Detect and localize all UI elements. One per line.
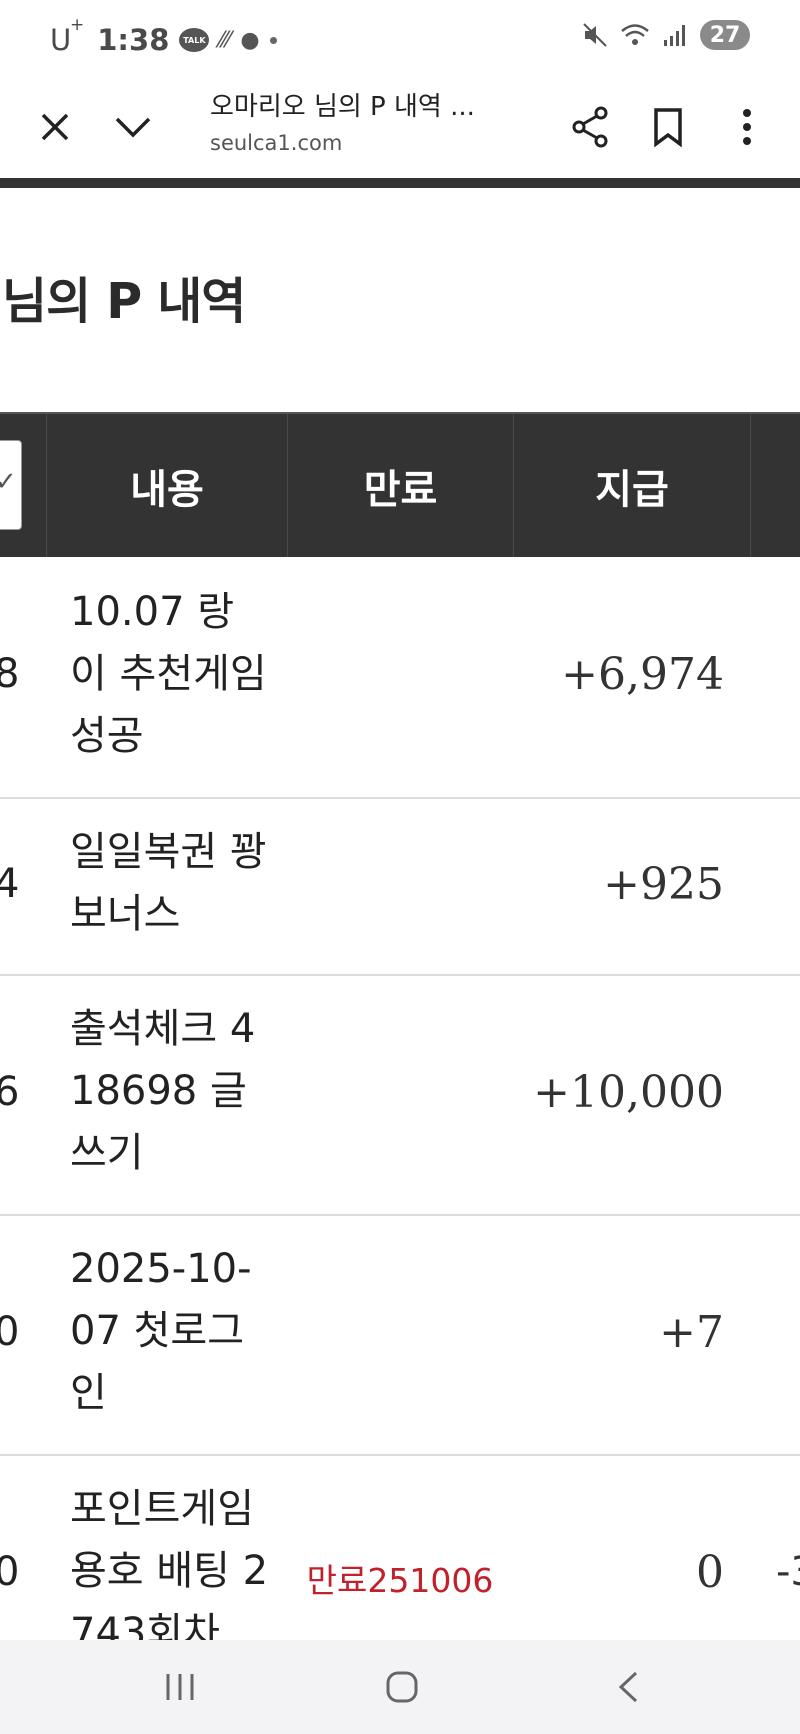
page-heading: 님의 P 내역 xyxy=(2,273,246,330)
carrier-label: U + xyxy=(50,15,84,57)
kakaotalk-icon: TALK xyxy=(179,28,210,52)
home-icon[interactable] xyxy=(372,1662,432,1712)
mute-icon xyxy=(583,23,607,47)
chevron-icon: ✓ xyxy=(0,467,17,497)
row-left-cell: 4 xyxy=(0,861,20,907)
row-amount: +6,974 xyxy=(561,649,724,700)
select-dropdown[interactable]: ✓ xyxy=(0,440,22,530)
row-expire: 만료251006 xyxy=(306,1561,494,1600)
carrier-text: U xyxy=(50,23,72,57)
bookmark-icon[interactable] xyxy=(643,97,693,157)
table-row: 0 2025-10-07 첫로그인 +7 xyxy=(0,1216,800,1456)
status-left: U + 1:38 TALK ⁄⁄⁄ ● xyxy=(50,15,277,62)
row-content: 10.07 랑이 추천게임 성공 xyxy=(70,589,267,759)
row-amount: +925 xyxy=(603,859,724,910)
column-header-content: 내용 xyxy=(46,414,287,557)
column-header-extra xyxy=(750,414,800,557)
table-row: 4 일일복권 꽝 보너스 +925 xyxy=(0,799,800,976)
chevron-down-icon[interactable] xyxy=(108,102,158,152)
share-icon[interactable] xyxy=(565,97,615,157)
status-time: 1:38 xyxy=(97,23,170,57)
table-row: 8 10.07 랑이 추천게임 성공 +6,974 xyxy=(0,557,800,799)
row-left-cell: 6 xyxy=(0,1069,20,1115)
notification-dot-icon xyxy=(269,36,277,44)
table-header: ✓ 내용 만료 지급 xyxy=(0,412,800,557)
row-content: 2025-10-07 첫로그인 xyxy=(70,1246,252,1416)
header-divider xyxy=(0,178,800,188)
recent-apps-icon[interactable] xyxy=(150,1662,210,1712)
row-amount: +7 xyxy=(659,1307,724,1358)
row-extra: -3 xyxy=(776,1549,800,1595)
cell-signal-icon xyxy=(664,25,685,46)
column-header-expire: 만료 xyxy=(287,414,513,557)
row-left-cell: 8 xyxy=(0,651,20,697)
chat-bubble-icon: ● xyxy=(240,27,260,53)
row-left-cell: 0 xyxy=(0,1549,20,1595)
signal-lines-icon: ⁄⁄⁄ xyxy=(219,27,231,53)
carrier-sup: + xyxy=(70,15,85,35)
column-header-amount: 지급 xyxy=(513,414,750,557)
status-bar: U + 1:38 TALK ⁄⁄⁄ ● 27 xyxy=(0,0,800,80)
row-content: 일일복권 꽝 보너스 xyxy=(70,829,267,937)
browser-title-block: 오마리오 님의 P 내역 ... seulca1.com xyxy=(210,86,510,155)
row-left-cell: 0 xyxy=(0,1309,20,1355)
battery-indicator: 27 xyxy=(700,20,750,50)
row-content: 출석체크 418698 글쓰기 xyxy=(70,1006,256,1176)
browser-page-title: 오마리오 님의 P 내역 ... xyxy=(210,92,475,122)
wifi-icon xyxy=(621,24,649,45)
system-nav-bar xyxy=(0,1640,800,1734)
table-row: 6 출석체크 418698 글쓰기 +10,000 xyxy=(0,976,800,1216)
browser-toolbar: 오마리오 님의 P 내역 ... seulca1.com xyxy=(0,80,800,180)
row-amount: 0 xyxy=(696,1547,724,1598)
browser-url: seulca1.com xyxy=(210,131,343,155)
more-options-icon[interactable] xyxy=(722,97,772,157)
status-right: 27 xyxy=(582,20,750,50)
back-icon[interactable] xyxy=(598,1662,658,1712)
row-content: 포인트게임 용호 배팅 2743회차 xyxy=(70,1486,269,1656)
row-amount: +10,000 xyxy=(533,1067,724,1118)
close-icon[interactable] xyxy=(30,102,80,152)
